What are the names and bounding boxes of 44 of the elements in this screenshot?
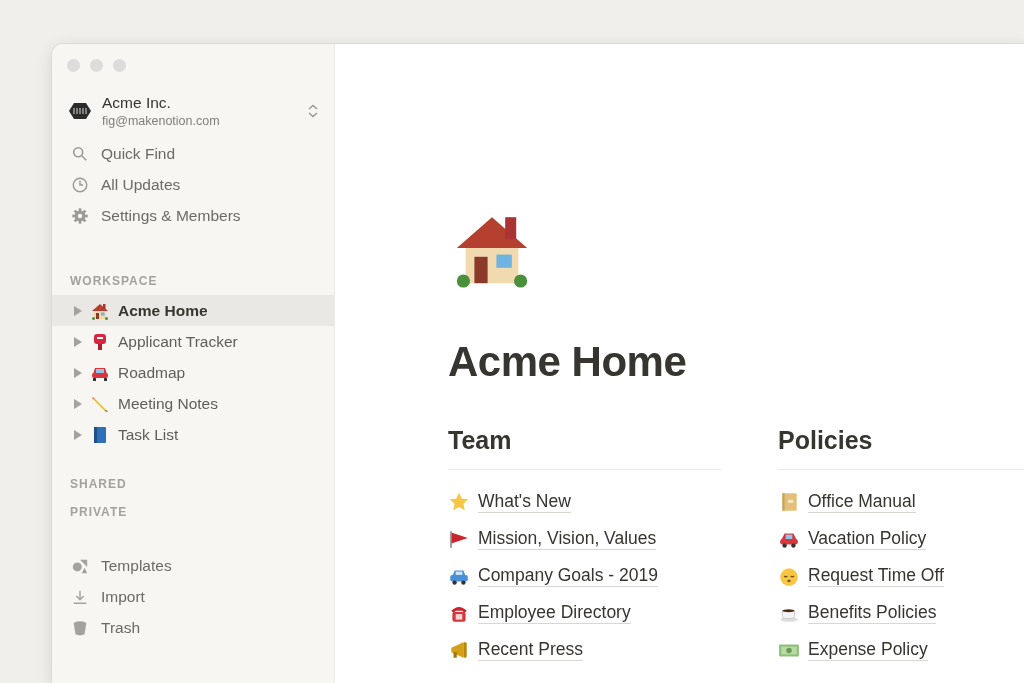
page-link[interactable]: Vacation Policy	[808, 527, 927, 550]
toggle-triangle-icon[interactable]	[74, 429, 82, 440]
toggle-triangle-icon[interactable]	[74, 367, 82, 378]
chevron-up-down-icon	[308, 104, 318, 118]
sidebar-nav-item[interactable]: Settings & Members	[52, 200, 334, 231]
toggle-triangle-icon[interactable]	[74, 336, 82, 347]
sidebar-page-item[interactable]: Meeting Notes	[52, 388, 334, 419]
settings-icon	[71, 206, 89, 225]
workspace-logo-icon	[69, 102, 91, 120]
window-control[interactable]	[113, 59, 126, 72]
sidebar-page-item[interactable]: Roadmap	[52, 357, 334, 388]
account-email: fig@makenotion.com	[102, 114, 221, 128]
sidebar-page-item[interactable]: Acme Home	[52, 295, 334, 326]
window-control[interactable]	[90, 59, 103, 72]
page-link[interactable]: What's New	[478, 490, 571, 513]
toggle-triangle-icon[interactable]	[74, 398, 82, 409]
column-heading: Policies	[778, 426, 1024, 470]
section-label: WORKSPACE	[69, 273, 159, 290]
page-link[interactable]: Benefits Policies	[808, 601, 937, 624]
sidebar-footer-item[interactable]: Trash	[52, 612, 334, 643]
workspace-switcher[interactable]: Acme Inc. fig@makenotion.com	[52, 72, 334, 138]
page-link[interactable]: Company Goals - 2019	[478, 564, 658, 587]
page-link[interactable]: Office Manual	[808, 490, 916, 513]
window-control[interactable]	[67, 59, 80, 72]
toggle-triangle-icon[interactable]	[74, 305, 82, 316]
trash-icon	[71, 618, 89, 637]
workspace-name: Acme Inc.	[102, 94, 172, 112]
page-title: Acme Home	[448, 338, 688, 386]
sidebar-page-item[interactable]: Task List	[52, 419, 334, 450]
section-label: SHARED	[69, 476, 128, 493]
sidebar-nav-item[interactable]: Quick Find	[52, 138, 334, 169]
sidebar-footer-item[interactable]: Templates	[52, 550, 334, 581]
sidebar-footer-item[interactable]: Import	[52, 581, 334, 612]
search-icon	[71, 144, 89, 163]
page-link[interactable]: Expense Policy	[808, 638, 928, 661]
section-label: PRIVATE	[69, 504, 129, 521]
sidebar-nav-item[interactable]: All Updates	[52, 169, 334, 200]
clock-icon	[71, 175, 89, 194]
page-link[interactable]: Employee Directory	[478, 601, 631, 624]
page-link[interactable]: Recent Press	[478, 638, 584, 661]
sidebar-page-item[interactable]: Applicant Tracker	[52, 326, 334, 357]
column-heading: Team	[448, 426, 721, 470]
page-link[interactable]: Mission, Vision, Values	[478, 527, 657, 550]
page-link[interactable]: Request Time Off	[808, 564, 944, 587]
